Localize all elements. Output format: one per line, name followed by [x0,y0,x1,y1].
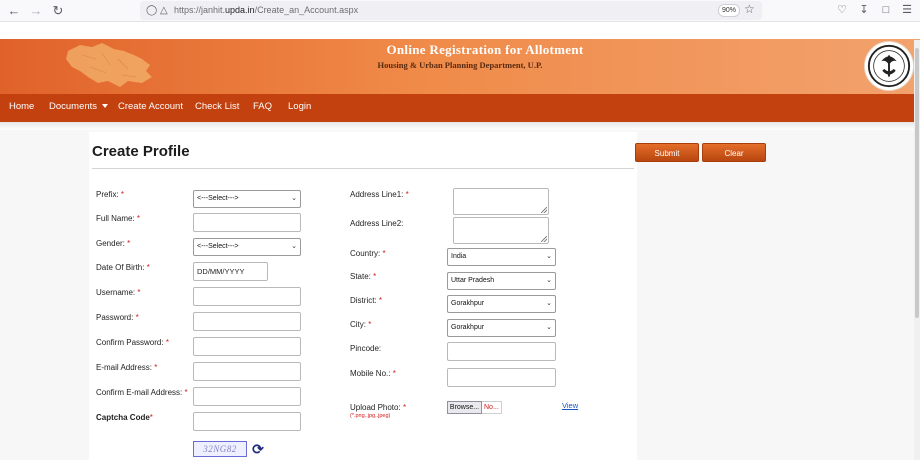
nav-documents[interactable]: Documents [49,101,108,112]
username-label: Username: * [96,288,141,297]
address2-textarea[interactable] [453,217,549,244]
state-select[interactable]: Uttar Pradesh ⌄ [447,272,556,290]
photo-format-hint: (*.png,.jpg,.jpeg) [350,413,391,419]
forward-icon[interactable]: → [28,3,44,19]
gender-select[interactable]: <---Select---> ⌄ [193,238,301,256]
state-value: Uttar Pradesh [451,277,495,284]
reload-icon[interactable]: ↻ [50,3,66,19]
address-bar[interactable]: ◯ △ https://janhit.upda.in/Create_an_Acc… [140,1,762,20]
fullname-label: Full Name: * [96,214,141,223]
country-value: India [451,253,467,260]
address1-textarea[interactable] [453,188,549,215]
prefix-value: <---Select---> [197,195,239,202]
resize-grip-icon[interactable] [541,236,547,242]
confirm-password-label: Confirm Password: * [96,338,169,347]
address2-label: Address Line2: [350,219,404,228]
mobile-input[interactable] [447,368,556,387]
confirm-email-input[interactable] [193,387,301,406]
country-label: Country: * [350,249,386,258]
email-label: E-mail Address: * [96,363,158,372]
city-value: Gorakhpur [451,324,485,331]
pincode-input[interactable] [447,342,556,361]
nav-documents-label: Documents [49,101,98,112]
page-title: Create Profile [92,143,190,160]
header-title: Online Registration for Allotment [386,42,584,57]
nav-home[interactable]: Home [9,101,34,112]
shield-icon[interactable]: ◯ [146,3,157,18]
district-value: Gorakhpur [451,300,485,307]
email-input[interactable] [193,362,301,381]
nav-login[interactable]: Login [288,101,311,112]
password-input[interactable] [193,312,301,331]
bookmark-star-icon[interactable]: ☆ [744,2,755,16]
scrollbar-thumb[interactable] [915,48,919,318]
username-input[interactable] [193,287,301,306]
download-icon[interactable]: ↧ [857,3,871,17]
nav-shadow [0,122,920,130]
dob-input[interactable]: DD/MM/YYYY [193,262,268,281]
extensions-icon[interactable]: □ [879,3,893,17]
photo-label: Upload Photo: * [350,403,407,412]
zoom-level[interactable]: 90% [718,4,740,17]
captcha-label: Captcha Code* [96,413,153,422]
prefix-label: Prefix: * [96,190,125,199]
pocket-icon[interactable]: ♡ [835,3,849,17]
password-label: Password: * [96,313,139,322]
city-label: City: * [350,320,372,329]
clear-button[interactable]: Clear [702,143,766,162]
site-header: Online Registration for Allotment Housin… [0,39,920,94]
refresh-captcha-icon[interactable]: ⟳ [250,441,266,457]
confirm-email-label: Confirm E-mail Address: * [96,388,188,397]
pincode-label: Pincode: [350,344,382,353]
dob-label: Date Of Birth: * [96,263,150,272]
chevron-down-icon: ⌄ [546,324,552,331]
chevron-down-icon: ⌄ [546,300,552,307]
mobile-label: Mobile No.: * [350,369,396,378]
up-map-icon [66,43,152,87]
submit-button[interactable]: Submit [635,143,699,162]
lock-icon[interactable]: △ [160,3,168,18]
tab-area [0,22,920,39]
no-file-text: No... [482,401,502,414]
district-label: District: * [350,296,383,305]
browser-toolbar: ← → ↻ ◯ △ https://janhit.upda.in/Create_… [0,0,920,22]
prefix-select[interactable]: <---Select---> ⌄ [193,190,301,208]
fullname-input[interactable] [193,213,301,232]
nav-create-account[interactable]: Create Account [118,101,183,112]
captcha-image: 32NG82 [193,441,247,457]
confirm-password-input[interactable] [193,337,301,356]
captcha-input[interactable] [193,412,301,431]
address1-label: Address Line1: * [350,190,409,199]
view-photo-link[interactable]: View [562,401,578,410]
gender-value: <---Select---> [197,243,239,250]
chevron-down-icon: ⌄ [546,253,552,260]
district-select[interactable]: Gorakhpur ⌄ [447,295,556,313]
resize-grip-icon[interactable] [541,207,547,213]
state-label: State: * [350,272,377,281]
browse-button[interactable]: Browse... [447,401,482,414]
url-text[interactable]: https://janhit.upda.in/Create_an_Account… [174,5,358,15]
chevron-down-icon: ⌄ [291,243,297,250]
caret-down-icon [101,104,108,108]
header-subtitle: Housing & Urban Planning Department, U.P… [377,60,543,70]
city-select[interactable]: Gorakhpur ⌄ [447,319,556,337]
nav-check-list[interactable]: Check List [195,101,239,112]
gender-label: Gender: * [96,239,131,248]
back-icon[interactable]: ← [6,3,22,19]
up-emblem-logo [864,41,914,91]
chevron-down-icon: ⌄ [546,277,552,284]
chevron-down-icon: ⌄ [291,195,297,202]
country-select[interactable]: India ⌄ [447,248,556,266]
main-nav: Home Documents Create Account Check List… [0,94,920,122]
title-divider [92,168,634,169]
nav-faq[interactable]: FAQ [253,101,272,112]
menu-icon[interactable]: ☰ [900,3,914,17]
